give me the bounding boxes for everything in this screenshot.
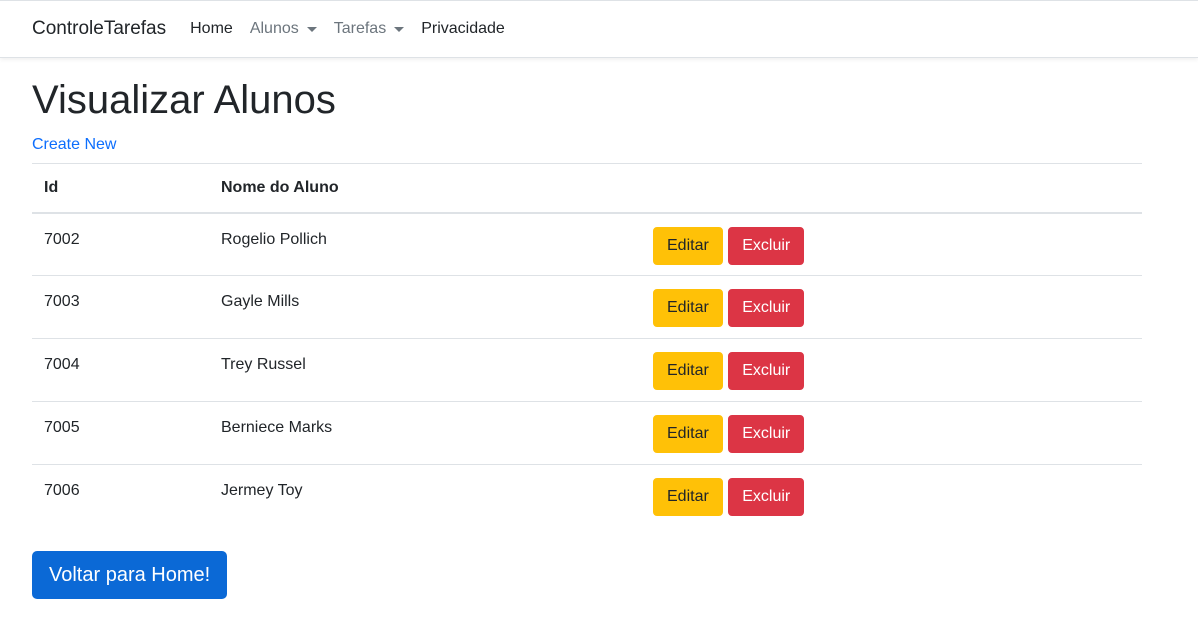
nav-dropdown-alunos[interactable]: Alunos: [250, 20, 317, 38]
table-row: 7006 Jermey Toy Editar Excluir: [32, 465, 1142, 528]
table-row: 7005 Berniece Marks Editar Excluir: [32, 401, 1142, 465]
delete-button[interactable]: Excluir: [728, 226, 805, 265]
edit-button[interactable]: Editar: [653, 352, 723, 390]
cell-name: Jermey Toy: [221, 482, 303, 499]
nav-item-tarefas-label: Tarefas: [333, 20, 387, 37]
cell-id: 7003: [32, 275, 209, 339]
nav-item-alunos-label: Alunos: [249, 20, 299, 37]
nav-item-privacidade[interactable]: Privacidade: [421, 20, 505, 38]
cell-actions: Editar Excluir: [641, 401, 1142, 465]
cell-name: Rogelio Pollich: [209, 212, 641, 276]
edit-button[interactable]: Editar: [653, 226, 723, 265]
caret-down-icon: [306, 26, 317, 32]
cell-name: Berniece Marks: [209, 401, 641, 465]
cell-id: 7002: [32, 212, 209, 276]
column-header-id: Id: [32, 163, 209, 214]
navbar-brand[interactable]: ControleTarefas: [32, 18, 166, 40]
delete-button[interactable]: Excluir: [728, 478, 805, 516]
cell-actions: Editar Excluir: [641, 338, 1142, 402]
table-row: 7004 Trey Russel Editar Excluir: [32, 338, 1142, 402]
page-title: Visualizar Alunos: [32, 78, 336, 122]
main-content: Visualizar Alunos Create New Id Nome do …: [32, 58, 1142, 528]
table-row: 7002 Rogelio Pollich Editar Excluir: [32, 212, 1142, 276]
edit-button[interactable]: Editar: [653, 415, 723, 453]
nav-item-home-label: Home: [190, 20, 233, 37]
cell-actions: Editar Excluir: [641, 465, 1142, 528]
table-row: 7003 Gayle Mills Editar Excluir: [32, 275, 1142, 339]
nav-item-home[interactable]: Home: [190, 20, 233, 38]
cell-actions: Editar Excluir: [641, 275, 1142, 339]
caret-down-icon: [394, 26, 405, 32]
create-new-link[interactable]: Create New: [32, 136, 116, 154]
students-table: Id Nome do Aluno 7002 Rogelio Pollich Ed…: [32, 163, 1142, 528]
column-header-actions: [641, 163, 1142, 214]
cell-actions: Editar Excluir: [641, 212, 1142, 276]
cell-name: Gayle Mills: [209, 275, 641, 339]
delete-button[interactable]: Excluir: [728, 352, 805, 390]
cell-id: 7004: [32, 338, 209, 402]
navbar: ControleTarefas Home Alunos Tarefas Priv…: [0, 0, 1198, 58]
nav-item-privacidade-label: Privacidade: [421, 20, 505, 37]
delete-button[interactable]: Excluir: [728, 415, 805, 453]
back-home-button[interactable]: Voltar para Home!: [32, 551, 228, 599]
cell-id: 7006: [44, 482, 80, 499]
edit-button[interactable]: Editar: [653, 478, 723, 516]
edit-button[interactable]: Editar: [653, 289, 723, 327]
table-header-row: Id Nome do Aluno: [32, 163, 1142, 214]
column-header-name: Nome do Aluno: [209, 163, 641, 214]
cell-name: Trey Russel: [209, 338, 641, 402]
delete-button[interactable]: Excluir: [728, 289, 805, 327]
nav-dropdown-tarefas[interactable]: Tarefas: [333, 20, 405, 38]
cell-id: 7005: [32, 401, 209, 465]
